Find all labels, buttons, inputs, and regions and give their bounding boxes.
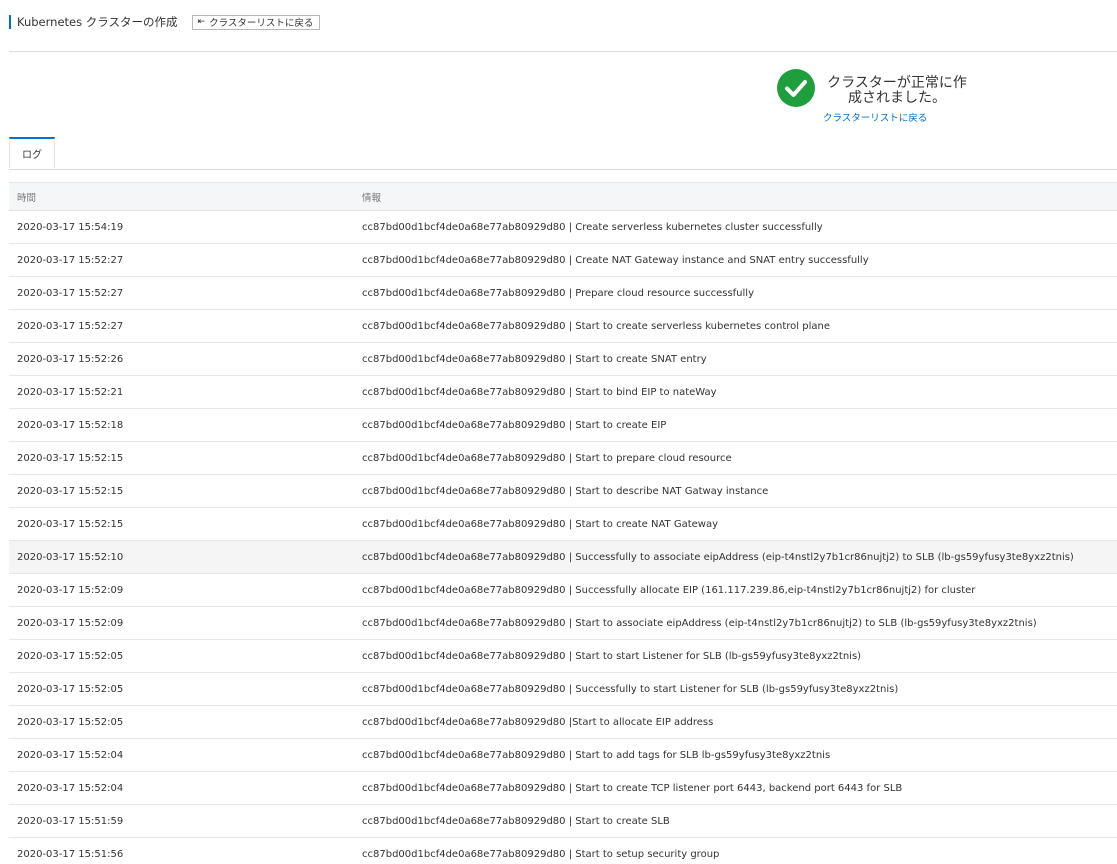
log-table-body: 2020-03-17 15:54:19 cc87bd00d1bcf4de0a68e… [9,210,1117,864]
log-time-cell: 2020-03-17 15:51:59 [9,804,362,838]
table-row: 2020-03-17 15:52:15 cc87bd00d1bcf4de0a68e… [9,507,1117,541]
log-info-cell: cc87bd00d1bcf4de0a68e77ab80929d80 | Star… [362,375,1117,409]
log-time-cell: 2020-03-17 15:52:21 [9,375,362,409]
log-info-cell: cc87bd00d1bcf4de0a68e77ab80929d80 | Star… [362,441,1117,475]
page-header: Kubernetes クラスターの作成 ⇤ クラスターリストに戻る [9,13,321,31]
tab-bar: ログ [9,137,1117,170]
log-time-cell: 2020-03-17 15:52:04 [9,738,362,772]
log-time-cell: 2020-03-17 15:52:05 [9,705,362,739]
back-to-cluster-list-button[interactable]: ⇤ クラスターリストに戻る [191,14,321,30]
log-time-cell: 2020-03-17 15:52:18 [9,408,362,442]
column-header-time: 時間 [9,182,362,211]
log-info-cell: cc87bd00d1bcf4de0a68e77ab80929d80 | Star… [362,837,1117,864]
table-row: 2020-03-17 15:51:59 cc87bd00d1bcf4de0a68e… [9,804,1117,838]
log-info-cell: cc87bd00d1bcf4de0a68e77ab80929d80 | Star… [362,771,1117,805]
table-row: 2020-03-17 15:51:56 cc87bd00d1bcf4de0a68e… [9,837,1117,864]
title-accent-bar [9,15,11,29]
log-info-cell: cc87bd00d1bcf4de0a68e77ab80929d80 | Succ… [362,540,1117,574]
table-row: 2020-03-17 15:52:27 cc87bd00d1bcf4de0a68e… [9,276,1117,310]
log-time-cell: 2020-03-17 15:52:26 [9,342,362,376]
table-row: 2020-03-17 15:52:10 cc87bd00d1bcf4de0a68e… [9,540,1117,574]
page-title: Kubernetes クラスターの作成 [17,15,178,29]
log-info-cell: cc87bd00d1bcf4de0a68e77ab80929d80 | Star… [362,309,1117,343]
log-info-cell: cc87bd00d1bcf4de0a68e77ab80929d80 | Star… [362,507,1117,541]
log-time-cell: 2020-03-17 15:51:56 [9,837,362,864]
log-info-cell: cc87bd00d1bcf4de0a68e77ab80929d80 | Star… [362,738,1117,772]
log-time-cell: 2020-03-17 15:52:09 [9,573,362,607]
log-time-cell: 2020-03-17 15:52:09 [9,606,362,640]
success-message-block: クラスターが正常に作成されました。 クラスターリストに戻る [777,69,977,125]
success-message: クラスターが正常に作成されました。 [827,75,967,106]
tab-log[interactable]: ログ [9,137,55,168]
log-time-cell: 2020-03-17 15:52:27 [9,243,362,277]
table-row: 2020-03-17 15:52:09 cc87bd00d1bcf4de0a68e… [9,606,1117,640]
log-time-cell: 2020-03-17 15:52:05 [9,672,362,706]
log-info-cell: cc87bd00d1bcf4de0a68e77ab80929d80 | Succ… [362,573,1117,607]
log-info-cell: cc87bd00d1bcf4de0a68e77ab80929d80 | Succ… [362,672,1117,706]
log-info-cell: cc87bd00d1bcf4de0a68e77ab80929d80 | Prep… [362,276,1117,310]
table-row: 2020-03-17 15:52:15 cc87bd00d1bcf4de0a68e… [9,474,1117,508]
log-time-cell: 2020-03-17 15:54:19 [9,210,362,244]
table-row: 2020-03-17 15:52:05 cc87bd00d1bcf4de0a68e… [9,639,1117,673]
log-time-cell: 2020-03-17 15:52:05 [9,639,362,673]
log-time-cell: 2020-03-17 15:52:15 [9,441,362,475]
log-time-cell: 2020-03-17 15:52:15 [9,507,362,541]
table-header-row: 時間 情報 [9,182,1117,211]
log-info-cell: cc87bd00d1bcf4de0a68e77ab80929d80 | Star… [362,408,1117,442]
table-row: 2020-03-17 15:52:05 cc87bd00d1bcf4de0a68e… [9,705,1117,739]
table-row: 2020-03-17 15:52:27 cc87bd00d1bcf4de0a68e… [9,243,1117,277]
log-time-cell: 2020-03-17 15:52:10 [9,540,362,574]
log-info-cell: cc87bd00d1bcf4de0a68e77ab80929d80 | Star… [362,342,1117,376]
table-row: 2020-03-17 15:52:15 cc87bd00d1bcf4de0a68e… [9,441,1117,475]
success-back-link[interactable]: クラスターリストに戻る [823,110,927,124]
page: Kubernetes クラスターの作成 ⇤ クラスターリストに戻る クラスターが… [0,0,1117,864]
table-row: 2020-03-17 15:52:18 cc87bd00d1bcf4de0a68e… [9,408,1117,442]
log-info-cell: cc87bd00d1bcf4de0a68e77ab80929d80 | Crea… [362,243,1117,277]
check-circle-icon [777,69,815,107]
log-info-cell: cc87bd00d1bcf4de0a68e77ab80929d80 | Star… [362,639,1117,673]
table-row: 2020-03-17 15:52:27 cc87bd00d1bcf4de0a68e… [9,309,1117,343]
table-row: 2020-03-17 15:52:21 cc87bd00d1bcf4de0a68e… [9,375,1117,409]
table-row: 2020-03-17 15:54:19 cc87bd00d1bcf4de0a68e… [9,210,1117,244]
table-row: 2020-03-17 15:52:26 cc87bd00d1bcf4de0a68e… [9,342,1117,376]
table-row: 2020-03-17 15:52:05 cc87bd00d1bcf4de0a68e… [9,672,1117,706]
header-divider [9,51,1117,52]
column-header-info: 情報 [362,182,1117,211]
log-time-cell: 2020-03-17 15:52:27 [9,276,362,310]
log-time-cell: 2020-03-17 15:52:04 [9,771,362,805]
log-info-cell: cc87bd00d1bcf4de0a68e77ab80929d80 | Star… [362,804,1117,838]
log-info-cell: cc87bd00d1bcf4de0a68e77ab80929d80 |Start… [362,705,1117,739]
log-info-cell: cc87bd00d1bcf4de0a68e77ab80929d80 | Star… [362,606,1117,640]
table-row: 2020-03-17 15:52:09 cc87bd00d1bcf4de0a68e… [9,573,1117,607]
log-table: 時間 情報 2020-03-17 15:54:19 cc87bd00d1bcf4d… [9,182,1117,864]
log-time-cell: 2020-03-17 15:52:15 [9,474,362,508]
table-row: 2020-03-17 15:52:04 cc87bd00d1bcf4de0a68e… [9,771,1117,805]
back-button-label: クラスターリストに戻る [209,18,314,29]
table-row: 2020-03-17 15:52:04 cc87bd00d1bcf4de0a68e… [9,738,1117,772]
log-time-cell: 2020-03-17 15:52:27 [9,309,362,343]
log-info-cell: cc87bd00d1bcf4de0a68e77ab80929d80 | Star… [362,474,1117,508]
log-info-cell: cc87bd00d1bcf4de0a68e77ab80929d80 | Crea… [362,210,1117,244]
back-arrow-icon: ⇤ [197,16,206,27]
